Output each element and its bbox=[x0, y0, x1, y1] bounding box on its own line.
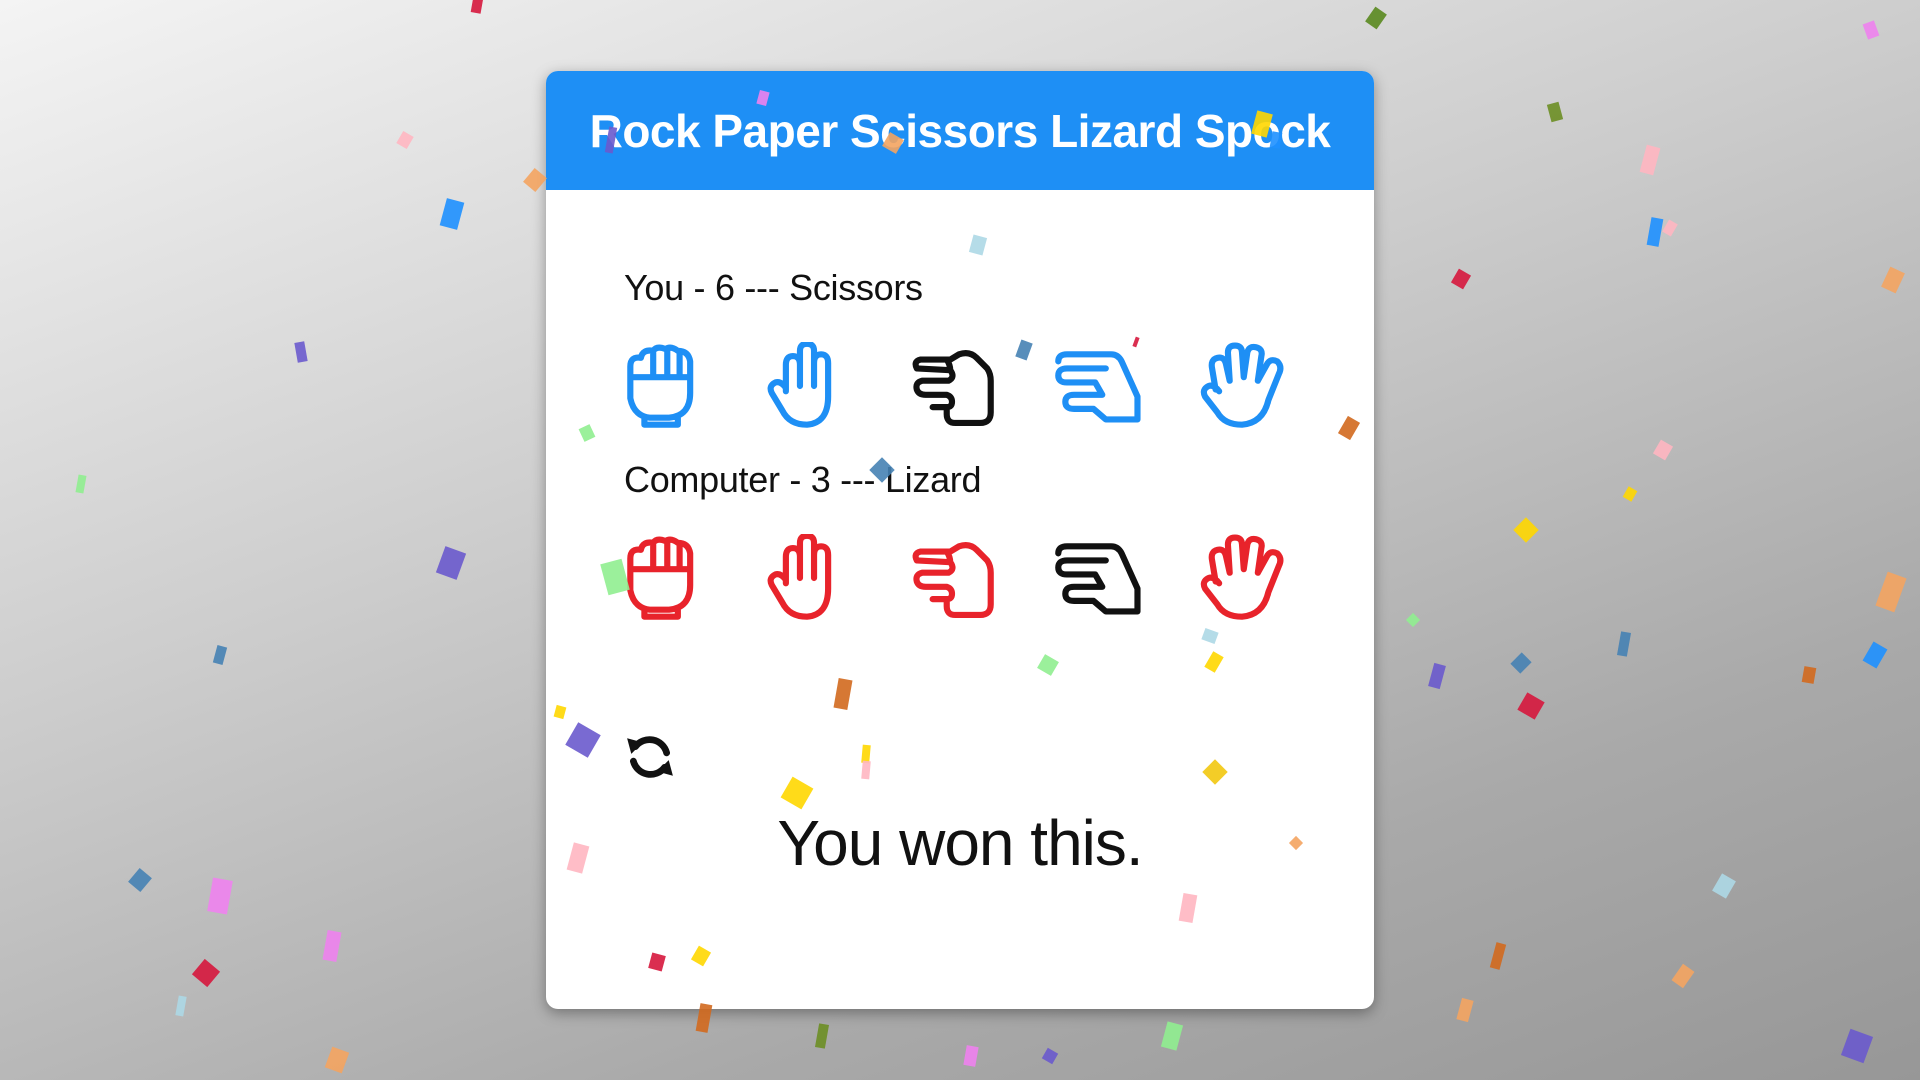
confetti-piece bbox=[1712, 873, 1736, 899]
confetti-piece bbox=[1450, 268, 1472, 290]
player-rock-button[interactable] bbox=[618, 341, 763, 431]
confetti-piece bbox=[1881, 266, 1905, 294]
confetti-piece bbox=[294, 341, 308, 363]
hand-paper-icon bbox=[767, 534, 832, 620]
confetti-piece bbox=[1652, 439, 1674, 461]
player-spock-button[interactable] bbox=[1198, 341, 1343, 431]
hand-lizard-icon bbox=[1055, 543, 1141, 615]
confetti-piece bbox=[1428, 662, 1446, 690]
confetti-piece bbox=[1671, 963, 1695, 989]
player-scissors-button[interactable] bbox=[908, 341, 1053, 431]
confetti-piece bbox=[1875, 571, 1907, 613]
confetti-piece bbox=[1622, 486, 1638, 502]
reset-button[interactable] bbox=[624, 731, 676, 783]
confetti-piece bbox=[1513, 517, 1539, 543]
hand-rock-icon bbox=[627, 536, 694, 620]
confetti-piece bbox=[1862, 641, 1888, 669]
confetti-piece bbox=[1405, 612, 1421, 628]
computer-spock bbox=[1198, 533, 1343, 623]
confetti-piece bbox=[814, 1023, 830, 1049]
confetti-piece bbox=[439, 198, 465, 230]
hand-paper-icon bbox=[767, 342, 832, 428]
confetti-piece bbox=[1662, 219, 1678, 237]
confetti-piece bbox=[963, 1045, 979, 1067]
confetti-piece bbox=[1041, 1047, 1059, 1065]
confetti-piece bbox=[1616, 631, 1632, 657]
confetti-piece bbox=[1546, 101, 1564, 123]
computer-choices bbox=[618, 533, 1343, 623]
computer-rock bbox=[618, 533, 763, 623]
refresh-icon bbox=[627, 736, 673, 778]
confetti-piece bbox=[324, 1046, 350, 1074]
confetti-piece bbox=[1840, 1028, 1874, 1064]
game-card: Rock Paper Scissors Lizard Spock You - 6… bbox=[546, 71, 1374, 1009]
hand-scissors-icon bbox=[912, 542, 994, 619]
player-lizard-button[interactable] bbox=[1053, 341, 1198, 431]
hand-rock-icon bbox=[627, 344, 694, 428]
hand-lizard-icon bbox=[1055, 351, 1141, 423]
confetti-piece bbox=[1801, 666, 1817, 684]
confetti-piece bbox=[128, 867, 152, 893]
player-paper-button[interactable] bbox=[763, 341, 908, 431]
game-title: Rock Paper Scissors Lizard Spock bbox=[589, 104, 1331, 157]
confetti-piece bbox=[1489, 942, 1507, 970]
confetti-piece bbox=[175, 995, 187, 1017]
confetti-piece bbox=[75, 474, 87, 494]
result-message: You won this. bbox=[777, 807, 1143, 879]
confetti-piece bbox=[470, 0, 484, 14]
hand-spock-icon bbox=[1200, 534, 1284, 620]
confetti-piece bbox=[191, 958, 221, 988]
computer-score-label: Computer - 3 --- Lizard bbox=[624, 459, 982, 500]
confetti-piece bbox=[212, 645, 228, 665]
confetti-piece bbox=[523, 167, 547, 193]
computer-paper bbox=[763, 533, 908, 623]
confetti-piece bbox=[1639, 144, 1661, 176]
computer-lizard bbox=[1053, 533, 1198, 623]
confetti-piece bbox=[207, 877, 233, 915]
confetti-piece bbox=[1160, 1021, 1184, 1051]
computer-scissors bbox=[908, 533, 1053, 623]
confetti-piece bbox=[1365, 6, 1387, 30]
hand-spock-icon bbox=[1200, 342, 1284, 428]
confetti-piece bbox=[1862, 20, 1880, 40]
confetti-piece bbox=[1517, 692, 1545, 720]
confetti-piece bbox=[322, 930, 342, 962]
player-score-label: You - 6 --- Scissors bbox=[624, 267, 923, 308]
player-choices bbox=[618, 341, 1343, 431]
game-header: Rock Paper Scissors Lizard Spock bbox=[546, 71, 1374, 190]
confetti-piece bbox=[1510, 652, 1532, 674]
confetti-piece bbox=[396, 130, 414, 150]
confetti-piece bbox=[1646, 217, 1664, 247]
confetti-piece bbox=[1456, 997, 1474, 1023]
confetti-piece bbox=[435, 546, 467, 580]
hand-scissors-icon bbox=[912, 350, 994, 427]
